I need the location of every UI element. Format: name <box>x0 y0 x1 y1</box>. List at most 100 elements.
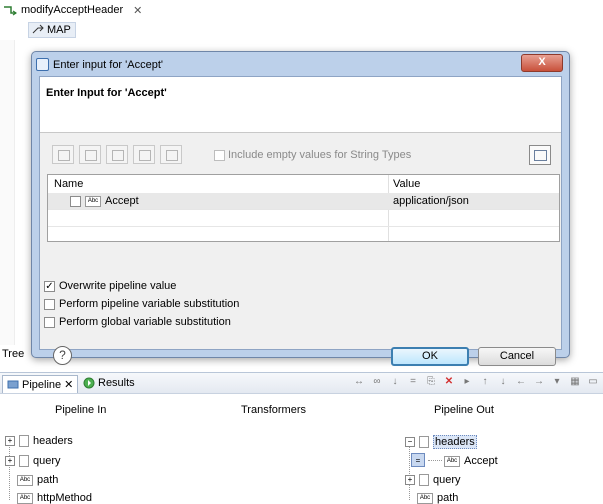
pipeline-in-item[interactable]: Abc path <box>17 474 58 486</box>
pipeline-in-item[interactable]: Abc httpMethod <box>17 492 92 504</box>
shift-up-icon[interactable]: ↑ <box>479 376 491 388</box>
pipeline-toolbar: ↔ ∞ ↓ = ⎘ ✕ ▸ ↑ ↓ ← → ▾ ▦ ▭ <box>353 376 599 388</box>
input-table: Name Value Abc Accept application/json <box>47 174 560 242</box>
row-checkbox[interactable] <box>70 195 81 207</box>
layout-toggle-button[interactable] <box>529 145 551 165</box>
close-tab-icon[interactable]: ✕ <box>133 4 142 17</box>
map-step[interactable]: MAP <box>28 22 76 38</box>
document-icon <box>19 435 29 447</box>
glasses-icon[interactable]: ∞ <box>371 376 383 388</box>
dialog-window-title: Enter input for 'Accept' <box>53 58 163 71</box>
overwrite-checkbox[interactable]: ✓ <box>44 280 55 292</box>
row-name: Accept <box>105 195 139 207</box>
pipeline-in-label: path <box>37 474 59 486</box>
insert-icon[interactable]: ▸ <box>461 376 473 388</box>
table-row-empty <box>48 210 559 227</box>
dialog-header: Enter Input for 'Accept' <box>40 77 561 133</box>
tree-guide <box>409 444 410 500</box>
editor-left-strip <box>0 40 15 345</box>
global-substitution-option[interactable]: Perform global variable substitution <box>44 316 231 328</box>
include-empty-checkbox[interactable] <box>214 149 225 161</box>
table-row[interactable]: Abc Accept application/json <box>48 193 559 210</box>
collapse-icon[interactable]: − <box>405 437 415 447</box>
dialog-close-button[interactable]: X <box>521 54 563 72</box>
pipeline-icon <box>7 380 19 389</box>
pipeline-out-item[interactable]: Abc Accept <box>444 455 498 467</box>
row-value[interactable]: application/json <box>393 195 469 207</box>
insert-row-icon[interactable] <box>106 145 128 164</box>
shift-left-icon[interactable]: ← <box>515 376 527 388</box>
include-empty-option[interactable]: Include empty values for String Types <box>214 149 411 161</box>
pipeline-tabbar: Pipeline ✕ Results ↔ ∞ ↓ = ⎘ ✕ ▸ ↑ ↓ ← →… <box>0 372 603 394</box>
pipeline-in-label: headers <box>33 435 73 447</box>
pipeline-in-item[interactable]: + query <box>5 455 61 467</box>
table-row-empty <box>48 227 559 243</box>
tab-pipeline-label: Pipeline <box>22 378 62 391</box>
set-value-marker: = <box>411 453 425 467</box>
pipeline-in-label: httpMethod <box>37 492 93 504</box>
tree-tab[interactable]: Tree <box>2 348 24 360</box>
tab-results-label: Results <box>98 377 135 389</box>
map-label: MAP <box>47 24 71 36</box>
dialog-body: Enter Input for 'Accept' Include empty v… <box>39 76 562 366</box>
pipeline-substitution-label: Perform pipeline variable substitution <box>59 298 240 310</box>
overwrite-label: Overwrite pipeline value <box>59 280 177 292</box>
pipeline-out-header: Pipeline Out <box>434 404 494 416</box>
transformers-header: Transformers <box>241 404 306 416</box>
expand-icon[interactable]: + <box>405 475 415 485</box>
pipeline-out-item[interactable]: Abc path <box>417 492 458 504</box>
string-icon: Abc <box>444 455 460 467</box>
edit-row-icon[interactable] <box>133 145 155 164</box>
global-substitution-label: Perform global variable substitution <box>59 316 231 328</box>
enter-input-dialog: Enter input for 'Accept' X Enter Input f… <box>31 51 570 366</box>
close-pipeline-icon[interactable]: ✕ <box>64 378 73 391</box>
drop-icon[interactable]: ↓ <box>389 376 401 388</box>
row-name-cell: Abc Accept <box>70 195 139 207</box>
copy-icon[interactable]: ⎘ <box>425 376 437 388</box>
document-icon <box>19 455 29 467</box>
flow-service-icon <box>4 6 17 16</box>
overwrite-option[interactable]: ✓ Overwrite pipeline value <box>44 280 176 292</box>
pipeline-out-item[interactable]: + query <box>405 474 461 486</box>
shift-down-icon[interactable]: ↓ <box>497 376 509 388</box>
shift-right-icon[interactable]: → <box>533 376 545 388</box>
expand-icon[interactable]: + <box>5 456 15 466</box>
set-value-icon[interactable]: = <box>407 376 419 388</box>
view-menu-icon[interactable]: ▾ <box>551 376 563 388</box>
pipeline-out-item[interactable]: − headers <box>405 435 477 449</box>
pipeline-out-label: path <box>437 492 459 504</box>
pipeline-substitution-checkbox[interactable] <box>44 298 55 310</box>
delete-row-icon[interactable] <box>160 145 182 164</box>
pipeline-out-label: query <box>433 474 461 486</box>
tab-pipeline[interactable]: Pipeline ✕ <box>2 375 79 393</box>
string-icon: Abc <box>85 195 101 207</box>
ok-button[interactable]: OK <box>391 347 469 366</box>
pipeline-substitution-option[interactable]: Perform pipeline variable substitution <box>44 298 239 310</box>
minimize-icon[interactable]: ▭ <box>587 376 599 388</box>
help-icon[interactable]: ? <box>53 346 72 365</box>
editor-tab[interactable]: modifyAcceptHeader ✕ <box>0 0 143 20</box>
add-field-icon[interactable] <box>79 145 101 164</box>
pipeline-in-header: Pipeline In <box>55 404 107 416</box>
column-value-header: Value <box>393 178 421 190</box>
string-icon: Abc <box>17 492 33 504</box>
delete-icon[interactable]: ✕ <box>443 376 455 388</box>
column-name-header: Name <box>54 178 84 190</box>
layout-icon[interactable]: ▦ <box>569 376 581 388</box>
string-icon: Abc <box>417 492 433 504</box>
map-icon <box>32 24 44 34</box>
link-icon[interactable]: ↔ <box>353 376 365 388</box>
input-toolbar <box>52 145 182 164</box>
set-value-icon: = <box>411 453 425 467</box>
string-icon: Abc <box>17 474 33 486</box>
include-empty-label: Include empty values for String Types <box>228 149 412 161</box>
tab-results[interactable]: Results <box>83 375 135 391</box>
table-header: Name Value <box>48 175 559 194</box>
pipeline-in-item[interactable]: + headers <box>5 435 73 447</box>
expand-icon[interactable]: + <box>5 436 15 446</box>
dialog-titlebar[interactable]: Enter input for 'Accept' <box>36 55 565 74</box>
cancel-button[interactable]: Cancel <box>478 347 556 366</box>
add-row-icon[interactable] <box>52 145 74 164</box>
global-substitution-checkbox[interactable] <box>44 316 55 328</box>
tree-guide <box>9 444 10 500</box>
